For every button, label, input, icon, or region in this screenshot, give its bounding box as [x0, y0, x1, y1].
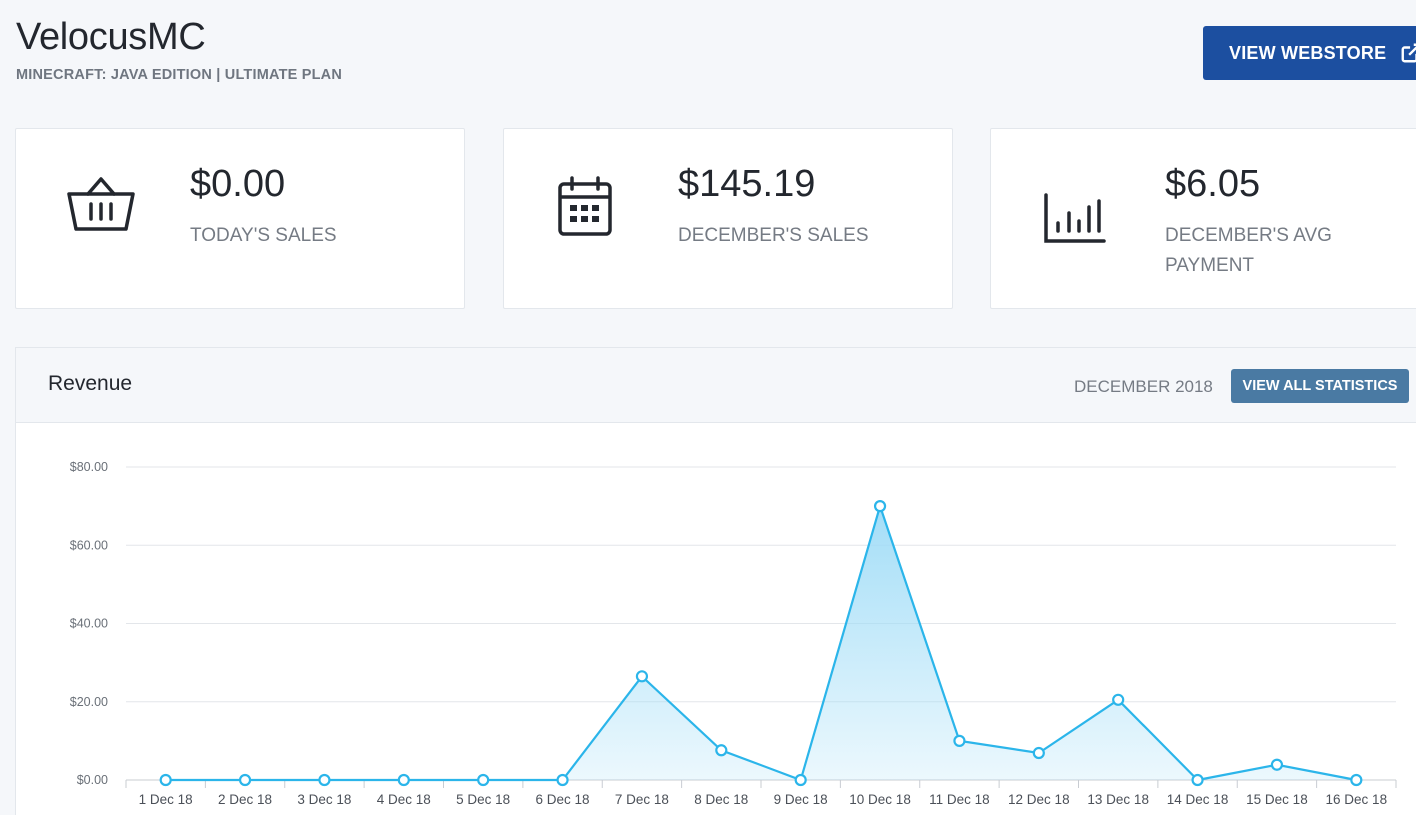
view-webstore-label: VIEW WEBSTORE	[1229, 42, 1387, 63]
revenue-data-point	[1270, 758, 1284, 771]
x-tick-label: 8 Dec 18	[694, 792, 748, 807]
x-tick-label: 2 Dec 18	[218, 792, 272, 807]
x-tick-label: 16 Dec 18	[1326, 792, 1388, 807]
revenue-series-line	[165, 502, 1357, 782]
x-tick-label: 6 Dec 18	[536, 792, 590, 807]
revenue-data-point	[238, 773, 252, 787]
revenue-data-point	[1350, 773, 1363, 787]
revenue-data-point	[477, 773, 490, 787]
page-header: VelocusMC MINECRAFT: JAVA EDITION | ULTI…	[16, 16, 342, 83]
x-tick-label: 13 Dec 18	[1087, 792, 1149, 807]
revenue-data-point	[715, 744, 728, 757]
revenue-data-point	[1191, 773, 1204, 787]
december-sales-label: DECEMBER'S SALES	[678, 225, 869, 246]
y-tick-label: $60.00	[70, 538, 108, 552]
revenue-panel-header: Revenue DECEMBER 2018 VIEW ALL STATISTIC…	[16, 348, 1416, 423]
revenue-panel: Revenue DECEMBER 2018 VIEW ALL STATISTIC…	[15, 347, 1416, 815]
x-tick-label: 4 Dec 18	[377, 792, 431, 807]
revenue-data-point	[1112, 693, 1125, 706]
revenue-data-point	[953, 734, 966, 747]
x-tick-label: 14 Dec 18	[1167, 792, 1229, 807]
today-sales-label: TODAY'S SALES	[190, 225, 337, 246]
x-tick-label: 11 Dec 18	[929, 792, 990, 807]
revenue-data-point	[556, 773, 569, 787]
revenue-data-point	[159, 773, 172, 787]
basket-icon	[67, 177, 135, 231]
revenue-data-point	[873, 500, 887, 513]
revenue-area-fill	[165, 506, 1357, 780]
view-webstore-button[interactable]: VIEW WEBSTORE	[1203, 26, 1416, 80]
x-tick-label: 3 Dec 18	[297, 792, 351, 807]
december-avg-payment-value: $6.05	[1165, 163, 1261, 205]
external-link-icon	[1401, 43, 1416, 63]
stat-card-december-sales: $145.19 DECEMBER'S SALES	[503, 128, 953, 309]
y-tick-label: $0.00	[77, 773, 108, 787]
y-tick-label: $80.00	[70, 460, 108, 474]
revenue-period: DECEMBER 2018	[1074, 377, 1213, 396]
revenue-title: Revenue	[48, 372, 133, 395]
revenue-chart: $0.00 $20.00 $40.00 $60.00 $80.00 1 Dec 18 2 D…	[70, 460, 1397, 807]
x-tick-label: 9 Dec 18	[774, 792, 828, 807]
revenue-data-point	[1032, 746, 1045, 760]
page-title: VelocusMC	[16, 16, 206, 58]
y-tick-label: $20.00	[70, 695, 108, 709]
stat-card-today-sales: $0.00 TODAY'S SALES	[15, 128, 465, 309]
revenue-data-point	[794, 773, 807, 787]
x-tick-label: 15 Dec 18	[1246, 792, 1308, 807]
revenue-data-point	[318, 773, 331, 787]
view-all-statistics-button[interactable]: VIEW ALL STATISTICS	[1231, 369, 1409, 403]
x-tick-label: 10 Dec 18	[849, 792, 911, 807]
calendar-icon	[558, 176, 612, 236]
stat-card-december-avg-payment: $6.05 DECEMBER'S AVG PAYMENT	[990, 128, 1416, 309]
x-tick-label: 7 Dec 18	[615, 792, 669, 807]
x-tick-label: 1 Dec 18	[139, 792, 193, 807]
bar-chart-icon	[1044, 193, 1106, 243]
plan-subtitle: MINECRAFT: JAVA EDITION | ULTIMATE PLAN	[16, 67, 343, 83]
revenue-data-point	[635, 670, 649, 683]
december-sales-value: $145.19	[678, 163, 816, 205]
y-tick-label: $40.00	[70, 617, 108, 631]
revenue-data-point	[397, 773, 410, 787]
x-tick-label: 12 Dec 18	[1008, 792, 1070, 807]
x-tick-label: 5 Dec 18	[456, 792, 510, 807]
december-avg-payment-label: DECEMBER'S AVG PAYMENT	[1165, 225, 1332, 276]
today-sales-value: $0.00	[190, 163, 286, 205]
